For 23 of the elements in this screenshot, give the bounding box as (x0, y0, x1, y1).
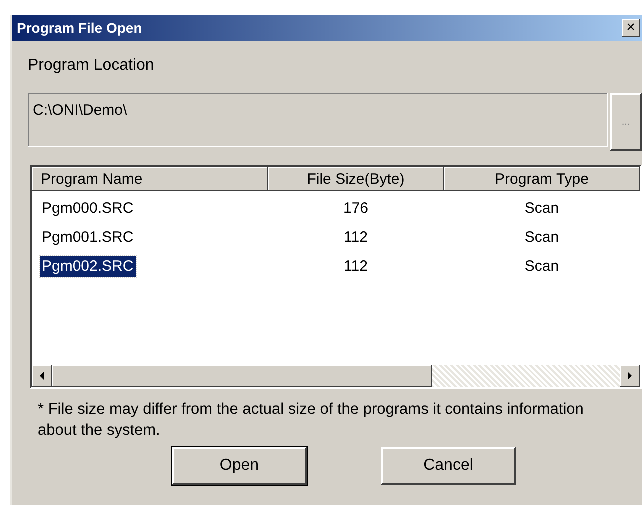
horizontal-scrollbar[interactable] (32, 365, 640, 387)
location-label: Program Location (28, 57, 156, 76)
scroll-right-icon[interactable] (620, 365, 640, 387)
path-field[interactable]: C:\ONI\Demo\ (28, 93, 608, 147)
table-cell: Scan (524, 229, 560, 246)
column-header[interactable]: Program Type (444, 167, 640, 191)
window-title: Program File Open (17, 20, 142, 36)
file-name-item[interactable]: Pgm000.SRC (40, 198, 136, 219)
file-name-item[interactable]: Pgm002.SRC (40, 256, 136, 277)
table-cell: 176 (343, 200, 369, 217)
dialog-button[interactable]: Cancel (381, 447, 516, 485)
column-header[interactable]: Program Name (32, 167, 268, 191)
table-cell: Scan (524, 258, 560, 275)
close-button[interactable]: × (622, 19, 640, 37)
scroll-thumb[interactable] (52, 365, 432, 387)
table-cell: 112 (344, 258, 368, 275)
scroll-left-icon[interactable] (32, 365, 52, 387)
note-text: * File size may differ from the actual size of the programs it contains information about the system. (38, 400, 585, 441)
table-cell: Scan (524, 200, 560, 217)
file-name-item[interactable]: Pgm001.SRC (40, 227, 136, 248)
table-cell: 112 (344, 229, 368, 246)
column-header[interactable]: File Size(Byte) (268, 167, 444, 191)
dialog-button[interactable]: Open (172, 447, 307, 485)
